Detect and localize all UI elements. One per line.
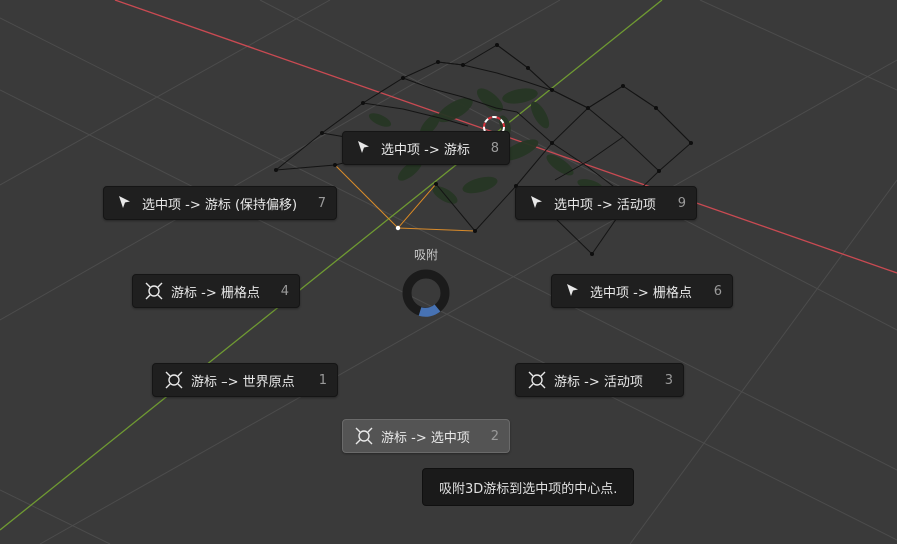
shortcut-key: 9 <box>677 195 686 211</box>
cursor-arrow-icon <box>564 282 582 300</box>
selection-to-active-button[interactable]: 选中项 -> 活动项 9 <box>515 186 697 220</box>
cursor-to-world-origin-button[interactable]: 游标 –> 世界原点 1 <box>152 363 338 397</box>
shortcut-key: 4 <box>280 283 289 299</box>
shortcut-key: 2 <box>490 428 499 444</box>
tooltip: 吸附3D游标到选中项的中心点. <box>422 468 634 506</box>
shortcut-key: 8 <box>490 140 499 156</box>
floor-grid <box>0 0 897 544</box>
shortcut-key: 3 <box>664 372 673 388</box>
selection-to-cursor-offset-button[interactable]: 选中项 -> 游标 (保持偏移) 7 <box>103 186 337 220</box>
cursor-arrow-icon <box>528 194 546 212</box>
cursor-3d-icon <box>528 371 546 389</box>
tooltip-text: 吸附3D游标到选中项的中心点. <box>439 481 618 497</box>
button-label: 游标 -> 栅格点 <box>171 285 260 301</box>
cursor-arrow-icon <box>116 194 134 212</box>
cursor-to-selected-button[interactable]: 游标 -> 选中项 2 <box>342 419 510 453</box>
pie-menu-title: 吸附 <box>413 248 438 262</box>
button-label: 选中项 -> 游标 <box>381 142 470 158</box>
button-label: 选中项 -> 游标 (保持偏移) <box>142 197 298 213</box>
button-label: 选中项 -> 活动项 <box>554 197 656 213</box>
cursor-3d-icon <box>355 427 373 445</box>
selection-to-cursor-button[interactable]: 选中项 -> 游标 8 <box>342 131 510 165</box>
y-axis-line <box>0 0 663 531</box>
shortcut-key: 6 <box>713 283 722 299</box>
cursor-3d-icon <box>145 282 163 300</box>
button-label: 游标 –> 世界原点 <box>191 374 295 390</box>
cursor-arrow-icon <box>355 139 373 157</box>
active-vertex <box>395 225 401 231</box>
shortcut-key: 1 <box>318 372 327 388</box>
pie-center-ring <box>402 269 450 317</box>
cursor-to-grid-button[interactable]: 游标 -> 栅格点 4 <box>132 274 300 308</box>
button-label: 游标 -> 选中项 <box>381 430 470 446</box>
active-edges <box>335 165 437 229</box>
active-edges-lower <box>397 227 476 232</box>
button-label: 选中项 -> 栅格点 <box>590 285 692 301</box>
cursor-3d-icon <box>165 371 183 389</box>
button-label: 游标 -> 活动项 <box>554 374 643 390</box>
shortcut-key: 7 <box>317 195 326 211</box>
cursor-to-active-button[interactable]: 游标 -> 活动项 3 <box>515 363 684 397</box>
selection-to-grid-button[interactable]: 选中项 -> 栅格点 6 <box>551 274 733 308</box>
3d-viewport[interactable] <box>0 0 897 544</box>
